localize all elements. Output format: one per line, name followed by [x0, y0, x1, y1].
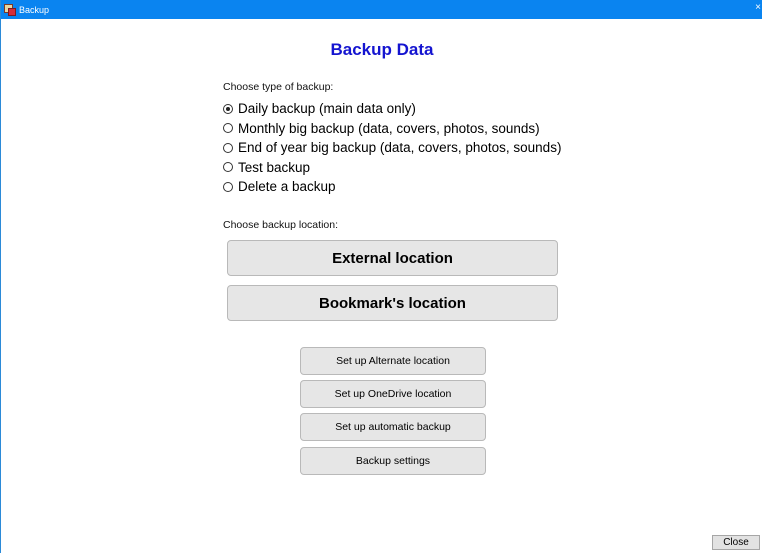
radio-label: Daily backup (main data only): [238, 101, 416, 117]
title-bar[interactable]: Backup ×: [1, 0, 762, 19]
radio-label: Delete a backup: [238, 179, 336, 195]
close-button[interactable]: Close: [712, 535, 760, 550]
backup-app-icon: [4, 4, 16, 16]
radio-selected-icon[interactable]: [223, 103, 233, 114]
setup-automatic-backup-button[interactable]: Set up automatic backup: [300, 413, 486, 441]
backup-window: Backup × Backup Data Choose type of back…: [0, 0, 762, 553]
radio-label: Test backup: [238, 159, 311, 175]
window-title: Backup: [19, 4, 50, 15]
backup-type-label: Choose type of backup:: [223, 81, 334, 93]
radio-label: Monthly big backup (data, covers, photos…: [238, 120, 540, 136]
radio-unselected-icon[interactable]: [223, 142, 233, 153]
setup-onedrive-location-button[interactable]: Set up OneDrive location: [300, 380, 486, 408]
radio-test-backup[interactable]: Test backup: [223, 158, 561, 178]
radio-label: End of year big backup (data, covers, ph…: [238, 140, 562, 156]
backup-settings-button[interactable]: Backup settings: [300, 447, 486, 475]
radio-delete-backup[interactable]: Delete a backup: [223, 177, 561, 197]
radio-monthly-backup[interactable]: Monthly big backup (data, covers, photos…: [223, 119, 561, 139]
radio-unselected-icon[interactable]: [223, 181, 233, 192]
backup-type-radio-group: Daily backup (main data only) Monthly bi…: [223, 99, 561, 197]
external-location-button[interactable]: External location: [227, 240, 558, 276]
radio-daily-backup[interactable]: Daily backup (main data only): [223, 99, 561, 119]
radio-end-of-year-backup[interactable]: End of year big backup (data, covers, ph…: [223, 138, 561, 158]
window-close-icon[interactable]: ×: [755, 2, 761, 13]
radio-unselected-icon[interactable]: [223, 123, 233, 134]
bookmark-location-button[interactable]: Bookmark's location: [227, 285, 558, 321]
setup-alternate-location-button[interactable]: Set up Alternate location: [300, 347, 486, 375]
backup-location-label: Choose backup location:: [223, 219, 338, 231]
radio-unselected-icon[interactable]: [223, 162, 233, 173]
page-title: Backup Data: [330, 40, 434, 59]
